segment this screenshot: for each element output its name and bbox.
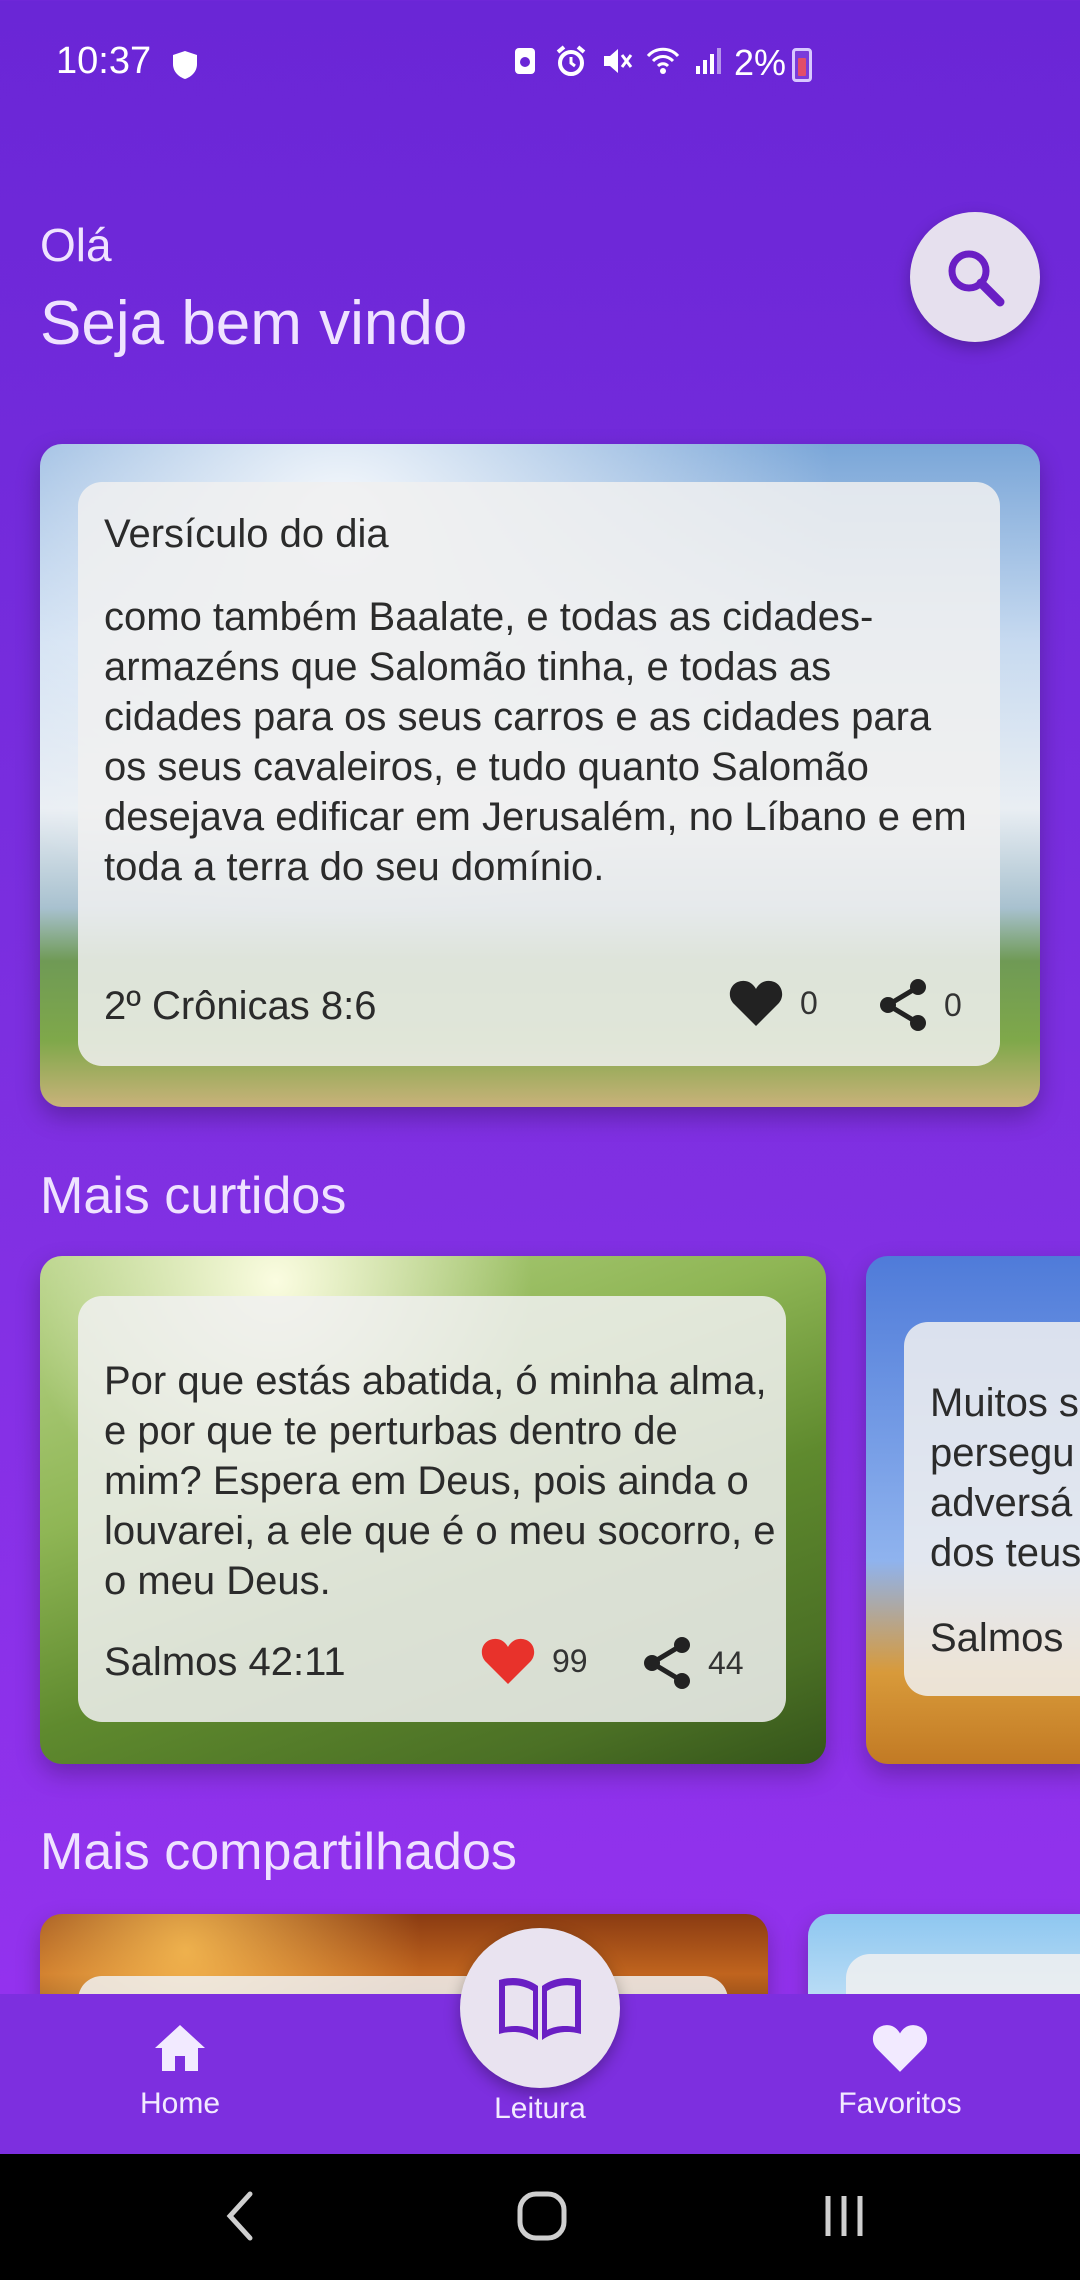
alarm-icon [556,45,586,76]
most-liked-reference: Salmos 42:11 [104,1640,346,1684]
search-button[interactable] [910,212,1040,342]
nav-reading-label: Leitura [494,2092,586,2125]
wifi-icon [646,47,680,74]
share-button[interactable]: 44 [642,1636,744,1690]
like-button[interactable]: 0 [728,978,818,1028]
share-count: 44 [708,1644,744,1681]
like-button[interactable]: 99 [480,1636,588,1686]
signal-icon [696,48,721,74]
battery-percentage: 2% [734,42,787,83]
recents-icon[interactable] [820,2192,868,2240]
most-liked-title: Mais curtidos [40,1167,347,1225]
share-icon [880,979,926,1031]
most-liked-text-2: Muitos s persegu adversá dos teus [930,1381,1080,1575]
verse-of-day-reference: 2º Crônicas 8:6 [104,984,377,1028]
battery-icon [792,48,812,82]
nav-home-label: Home [139,2087,221,2120]
most-liked-panel-2: Muitos s persegu adversá dos teus Salmos [904,1322,1080,1696]
search-icon [948,250,1005,307]
share-button[interactable]: 0 [878,978,962,1032]
most-liked-panel: Por que estás abatida, ó minha alma, e p… [78,1296,786,1722]
home-icon [155,2025,205,2071]
verse-of-day-title: Versículo do dia [104,512,389,556]
heart-icon [729,980,783,1026]
status-icons [508,44,726,78]
heart-icon [481,1638,535,1684]
status-bar: 10:37 2% [0,0,1080,130]
nav-favorites-label: Favoritos [838,2087,962,2120]
like-count: 0 [800,984,818,1021]
verse-of-day-panel: Versículo do dia como também Baalate, e … [78,482,1000,1066]
verse-of-day-card[interactable]: Versículo do dia como também Baalate, e … [40,444,1040,1107]
share-count: 0 [944,986,962,1023]
nav-favorites[interactable]: Favoritos [800,2022,1000,2121]
verse-of-day-text: como também Baalate, e todas as cidades-… [104,595,967,889]
heart-icon [872,2025,928,2072]
shield-icon [173,51,197,79]
system-navigation-bar [0,2154,1080,2280]
reading-button[interactable] [460,1928,620,2088]
mute-icon [604,49,633,73]
recycle-icon [515,48,535,74]
welcome-title: Seja bem vindo [40,289,468,358]
status-time: 10:37 [56,40,152,82]
home-nav-icon[interactable] [516,2190,568,2242]
nav-home[interactable]: Home [80,2022,280,2121]
most-liked-card[interactable]: Por que estás abatida, ó minha alma, e p… [40,1256,826,1764]
like-count: 99 [552,1642,588,1679]
book-icon [499,1978,581,2040]
most-liked-card-2[interactable]: Muitos s persegu adversá dos teus Salmos [866,1256,1080,1764]
most-shared-title: Mais compartilhados [40,1823,517,1881]
greeting: Olá [40,219,112,271]
most-liked-text: Por que estás abatida, ó minha alma, e p… [104,1359,776,1603]
share-icon [644,1637,690,1689]
back-icon[interactable] [222,2190,258,2242]
nav-reading[interactable]: Leitura [440,2084,640,2126]
most-liked-reference-2: Salmos [930,1616,1064,1660]
